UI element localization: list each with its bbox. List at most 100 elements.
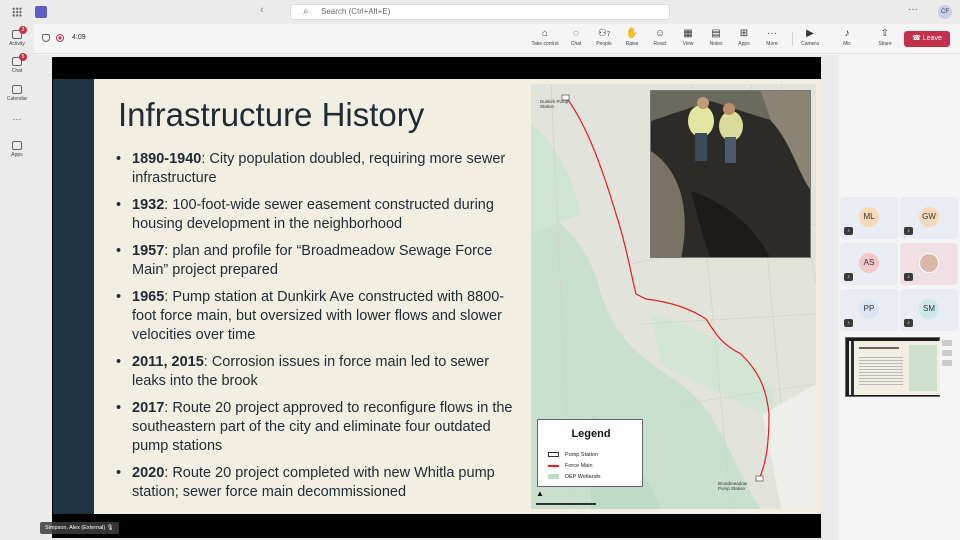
rail-item-chat[interactable]: 5 Chat — [0, 53, 34, 74]
rail-more-icon[interactable]: ··· — [0, 114, 34, 124]
rail-item-activity[interactable]: 3 Activity — [0, 26, 34, 47]
apps-button[interactable]: ⊞ Apps — [730, 28, 758, 47]
raise-hand-button[interactable]: ✋ Raise — [618, 28, 646, 47]
north-arrow-icon: ▲ — [536, 489, 544, 498]
preview-accent-bar — [851, 341, 854, 395]
bullet-text: : Pump station at Dunkirk Ave constructe… — [132, 289, 505, 343]
people-button[interactable]: ⚇7 People — [590, 28, 618, 47]
preview-title-line — [859, 347, 899, 349]
user-avatar[interactable]: CF — [938, 5, 952, 19]
mic-button[interactable]: ♪ Mic — [833, 28, 861, 47]
preview-control-icon[interactable] — [942, 340, 952, 346]
mic-muted-icon: ♪ — [844, 273, 853, 281]
rail-item-calendar[interactable]: Calendar — [0, 85, 34, 102]
activity-badge: 3 — [19, 26, 27, 34]
bullet-text: : Route 20 project approved to reconfigu… — [132, 400, 513, 454]
mic-muted-icon: ♪ — [904, 319, 913, 327]
shield-icon — [42, 34, 50, 42]
avatar-photo — [919, 253, 939, 273]
chat-button[interactable]: ◌ Chat — [562, 28, 590, 47]
title-bar: ‹ ⌕ Search (Ctrl+Alt+E) ··· CF — [0, 0, 960, 24]
search-input[interactable]: Search (Ctrl+Alt+E) — [321, 7, 390, 16]
more-options-icon[interactable]: ··· — [908, 4, 918, 15]
more-button[interactable]: ··· More — [758, 28, 786, 47]
wetlands-swatch — [548, 474, 559, 480]
rail-item-apps[interactable]: Apps — [0, 141, 34, 158]
participant-tile[interactable]: ♪ — [900, 243, 958, 285]
hand-icon: ✋ — [625, 28, 639, 39]
bullet-item: 2011, 2015: Corrosion issues in force ma… — [116, 353, 526, 391]
bullet-item: 1932: 100-foot-wide sewer easement const… — [116, 196, 526, 234]
mic-muted-icon: ♪ — [844, 319, 853, 327]
bullet-year: 2020 — [132, 465, 165, 481]
phone-icon: ☎ — [912, 35, 923, 42]
bullet-text: : plan and profile for “Broadmeadow Sewa… — [132, 243, 493, 278]
avatar: PP — [859, 299, 879, 319]
meeting-toolbar: 4:09 ⌂ Take control ◌ Chat ⚇7 People ✋ R… — [34, 24, 960, 54]
tool-label: Chat — [570, 41, 582, 47]
bullet-text: : 100-foot-wide sewer easement construct… — [132, 197, 494, 232]
avatar: SM — [919, 299, 939, 319]
bullet-item: 1890-1940: City population doubled, requ… — [116, 150, 526, 188]
view-button[interactable]: ▦ View — [674, 28, 702, 47]
pump-station-icon — [548, 452, 559, 458]
preview-control-icon[interactable] — [942, 350, 952, 356]
meeting-timer: 4:09 — [72, 34, 86, 41]
participant-tile[interactable]: SM ♪ — [900, 289, 958, 331]
mic-muted-icon: ♪ — [844, 227, 853, 235]
tool-label: Raise — [625, 41, 639, 47]
notes-button[interactable]: ▤ Notes — [702, 28, 730, 47]
preview-controls — [942, 340, 956, 380]
map-legend: Legend Pump Station Force Main DEP Wetla… — [537, 419, 643, 487]
preview-text-lines — [859, 355, 903, 385]
tool-label: Share — [878, 41, 892, 47]
search-box[interactable]: ⌕ Search (Ctrl+Alt+E) — [290, 4, 670, 20]
camera-icon: ▶ — [806, 28, 814, 39]
map-label-dunkirk: Dunkirk Pump Station — [540, 99, 569, 109]
rail-item-label: Chat — [11, 68, 23, 74]
preview-control-icon[interactable] — [942, 360, 952, 366]
participant-tile[interactable]: ML ♪ — [840, 197, 898, 239]
react-button[interactable]: ☺ React — [646, 28, 674, 47]
avatar: AS — [859, 253, 879, 273]
back-arrow-icon[interactable]: ‹ — [260, 4, 264, 16]
more-icon: ··· — [767, 28, 777, 39]
apps-icon: ⊞ — [739, 28, 749, 39]
tool-label: Mic — [843, 41, 851, 47]
legend-item-force-main: Force Main — [548, 463, 593, 469]
camera-button[interactable]: ▶ Camera — [796, 28, 824, 47]
legend-title: Legend — [571, 428, 611, 440]
preview-slide — [849, 341, 940, 395]
microphone-icon: ♪ — [844, 28, 850, 39]
bullet-year: 1932 — [132, 197, 165, 213]
participant-tile[interactable]: AS ♪ — [840, 243, 898, 285]
search-icon: ⌕ — [303, 6, 309, 17]
force-main-swatch — [548, 464, 559, 467]
legend-item-pump-station: Pump Station — [548, 452, 598, 458]
participant-tile[interactable]: GW ♪ — [900, 197, 958, 239]
photo-graphic — [651, 91, 810, 257]
bullet-year: 1957 — [132, 243, 165, 259]
take-control-button[interactable]: ⌂ Take control — [531, 28, 559, 47]
toolbar-divider — [792, 32, 793, 46]
share-button[interactable]: ⇧ Share — [871, 28, 899, 47]
avatar: ML — [859, 207, 879, 227]
tool-label: React — [653, 41, 667, 47]
bullet-year: 1890-1940 — [132, 151, 202, 167]
leave-label: Leave — [922, 35, 942, 42]
history-bullet-list: 1890-1940: City population doubled, requ… — [116, 150, 526, 510]
calendar-icon — [12, 85, 22, 94]
participant-tile[interactable]: PP ♪ — [840, 289, 898, 331]
tool-label: View — [682, 41, 694, 47]
excavation-photo — [650, 90, 811, 258]
app-launcher-icon[interactable] — [12, 7, 22, 17]
rail-item-label: Activity — [9, 41, 25, 47]
share-icon: ⇧ — [880, 28, 890, 39]
pump-station-marker — [755, 475, 764, 482]
leave-button[interactable]: ☎ Leave — [904, 31, 950, 47]
legend-label: Force Main — [565, 463, 593, 469]
preview-map — [909, 345, 937, 391]
people-count: 7 — [606, 32, 611, 38]
slide-accent-bar — [53, 79, 94, 514]
bullet-year: 2011, 2015 — [132, 354, 204, 370]
